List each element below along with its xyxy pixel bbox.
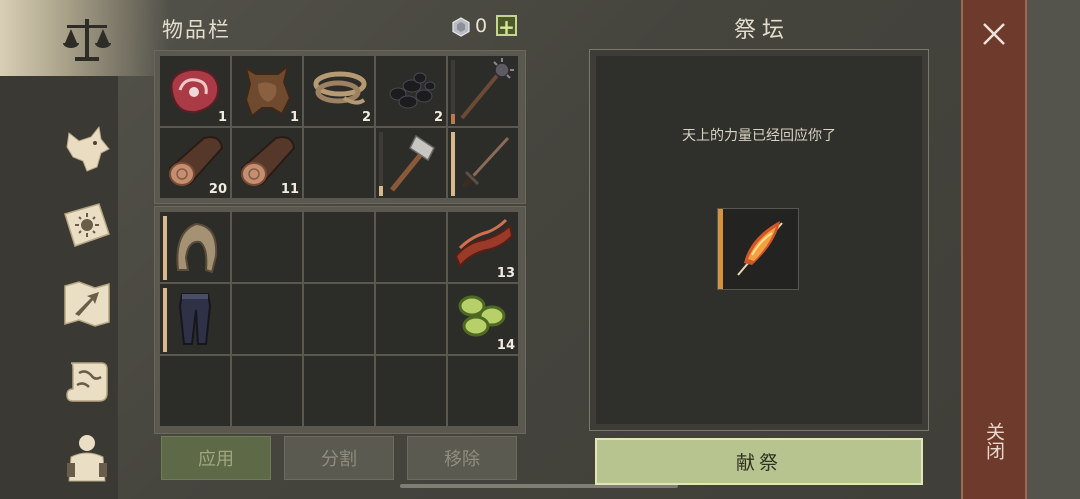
- storage-slot-empty[interactable]: [376, 212, 446, 282]
- close-icon[interactable]: [976, 16, 1012, 52]
- bag-slot-log[interactable]: 11: [232, 128, 302, 198]
- storage-slot-empty[interactable]: [232, 356, 302, 426]
- inventory-title: 物品栏: [162, 18, 231, 42]
- item-count: 11: [280, 182, 299, 197]
- sidebar-item-character[interactable]: [58, 428, 116, 486]
- iron-sword-icon: [462, 136, 510, 188]
- sidebar-item-skills[interactable]: [58, 197, 116, 255]
- item-count: 2: [433, 110, 443, 125]
- offer-button[interactable]: 献祭: [595, 438, 923, 485]
- bag-grid: 1 1 2 2 20 11: [160, 56, 518, 198]
- storage-slot-empty[interactable]: [304, 284, 374, 354]
- bag-slot-coal[interactable]: 2: [376, 56, 446, 126]
- altar-offering-slot[interactable]: [717, 208, 799, 290]
- bag-slot-rope[interactable]: 2: [304, 56, 374, 126]
- sun-book-icon: [64, 203, 110, 247]
- storage-slot-cucumber-slices[interactable]: 14: [448, 284, 518, 354]
- storage-slot-empty[interactable]: [160, 356, 230, 426]
- bag-slot-spiked-mace[interactable]: [448, 56, 518, 126]
- storage-slot-empty[interactable]: [376, 356, 446, 426]
- sidebar-item-quests[interactable]: [58, 352, 116, 410]
- item-count: 20: [208, 182, 227, 197]
- bag-slot-log[interactable]: 20: [160, 128, 230, 198]
- bag-slot-empty[interactable]: [304, 128, 374, 198]
- bag-slot-animal-hide[interactable]: 1: [232, 56, 302, 126]
- remove-button[interactable]: 移除: [407, 436, 517, 480]
- bag-slot-iron-sword[interactable]: [448, 128, 518, 198]
- bag-slot-stone-hammer[interactable]: [376, 128, 446, 198]
- storage-slot-leather-pants[interactable]: [160, 284, 230, 354]
- storage-slot-leather-hood[interactable]: [160, 212, 230, 282]
- split-button[interactable]: 分割: [284, 436, 394, 480]
- storage-slot-empty[interactable]: [448, 356, 518, 426]
- apply-button[interactable]: 应用: [161, 436, 271, 480]
- gem-count: 0: [475, 15, 488, 37]
- item-count: 1: [289, 110, 299, 125]
- altar-message: 天上的力量已经回应你了: [682, 128, 836, 144]
- altar-title: 祭坛: [734, 18, 791, 43]
- map-arrow-icon: [64, 281, 110, 327]
- sidebar-item-pets[interactable]: [58, 120, 116, 178]
- close-label[interactable]: 关闭: [982, 422, 1006, 460]
- character-icon: [67, 435, 107, 482]
- scroll-icon: [66, 362, 108, 402]
- storage-slot-empty[interactable]: [376, 284, 446, 354]
- storage-slot-bacon[interactable]: 13: [448, 212, 518, 282]
- scales-icon: [63, 19, 111, 61]
- slot-highlight: [718, 209, 723, 289]
- item-count: 1: [217, 110, 227, 125]
- leather-pants-icon: [178, 293, 212, 345]
- stone-hammer-icon: [390, 134, 435, 192]
- add-currency-button[interactable]: +: [496, 15, 517, 37]
- item-count: 2: [361, 110, 371, 125]
- storage-slot-empty[interactable]: [232, 284, 302, 354]
- bag-slot-raw-meat[interactable]: 1: [160, 56, 230, 126]
- storage-slot-empty[interactable]: [232, 212, 302, 282]
- gem-icon: [452, 17, 470, 37]
- flaming-feather-icon: [737, 221, 783, 276]
- storage-grid: 13 14: [160, 212, 518, 426]
- sidebar-item-map[interactable]: [58, 275, 116, 333]
- storage-slot-empty[interactable]: [304, 356, 374, 426]
- wolf-icon: [66, 125, 110, 172]
- sidebar: [0, 0, 170, 499]
- item-count: 13: [496, 266, 515, 281]
- spiked-mace-icon: [460, 58, 514, 120]
- storage-slot-empty[interactable]: [304, 212, 374, 282]
- right-margin: [1027, 0, 1080, 499]
- sidebar-item-trade[interactable]: [58, 10, 116, 68]
- leather-hood-icon: [176, 222, 218, 274]
- item-count: 14: [496, 338, 515, 353]
